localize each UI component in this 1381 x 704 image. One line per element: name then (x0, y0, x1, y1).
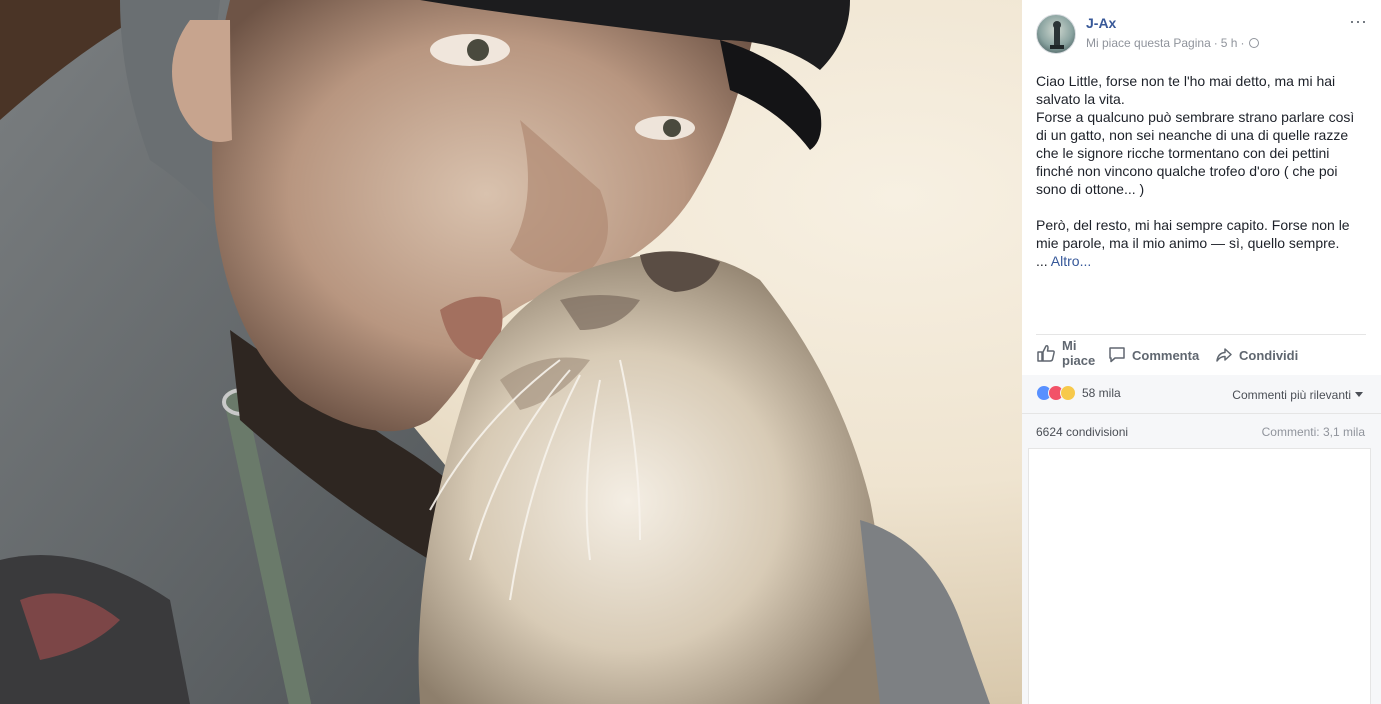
photo-illustration (0, 0, 990, 704)
like-label-line-2: piace (1062, 353, 1096, 368)
post-paragraph-3: Però, del resto, mi hai sempre capito. F… (1036, 217, 1350, 251)
globe-icon (1249, 38, 1260, 48)
divider (1036, 334, 1366, 335)
post-message: Ciao Little, forse non te l'ho mai detto… (1036, 72, 1366, 270)
like-button[interactable]: Mi piace (1036, 338, 1102, 368)
post-header: J-Ax Mi piace questa Pagina · 5 h · ··· (1036, 12, 1367, 54)
avatar-figure-icon (1050, 21, 1064, 49)
divider (1022, 413, 1381, 414)
page-avatar[interactable] (1036, 14, 1076, 54)
post-time[interactable]: 5 h (1221, 36, 1238, 50)
see-more-link[interactable]: Altro... (1051, 253, 1091, 269)
like-page-link[interactable]: Mi piace questa Pagina (1086, 36, 1211, 50)
comments-list (1028, 448, 1371, 704)
comment-bubble-icon (1109, 347, 1125, 363)
share-button[interactable]: Condividi (1215, 346, 1298, 364)
comment-label: Commenta (1132, 347, 1200, 363)
post-actions: Mi piace Commenta Condividi (1036, 338, 1366, 372)
post-paragraph-2: Forse a qualcuno può sembrare strano par… (1036, 109, 1355, 197)
share-arrow-icon (1216, 348, 1232, 362)
more-options-icon[interactable]: ··· (1349, 12, 1367, 30)
share-label: Condividi (1239, 347, 1299, 363)
see-more-line: ... Altro... (1036, 252, 1366, 270)
comment-button[interactable]: Commenta (1108, 346, 1199, 364)
shares-count[interactable]: 6624 condivisioni (1036, 425, 1128, 439)
thumbs-up-icon (1037, 345, 1055, 362)
post-paragraph-1: Ciao Little, forse non te l'ho mai detto… (1036, 73, 1336, 107)
chevron-down-icon (1355, 392, 1363, 397)
post-meta: Mi piace questa Pagina · 5 h · (1086, 36, 1260, 50)
comments-count[interactable]: Commenti: 3,1 mila (1262, 425, 1365, 439)
reactions-count: 58 mila (1082, 386, 1121, 400)
post-side-panel: J-Ax Mi piace questa Pagina · 5 h · ··· Cia… (1022, 0, 1381, 704)
post-photo[interactable] (0, 0, 1022, 704)
ellipsis-text: ... (1036, 253, 1051, 269)
sad-reaction-icon (1060, 385, 1076, 401)
like-label-line-1: Mi (1062, 338, 1077, 353)
page-name-link[interactable]: J-Ax (1086, 15, 1116, 31)
reactions-summary[interactable]: 58 mila (1036, 385, 1121, 401)
comments-sort-dropdown[interactable]: Commenti più rilevanti (1232, 388, 1363, 402)
sort-label: Commenti più rilevanti (1232, 388, 1351, 402)
